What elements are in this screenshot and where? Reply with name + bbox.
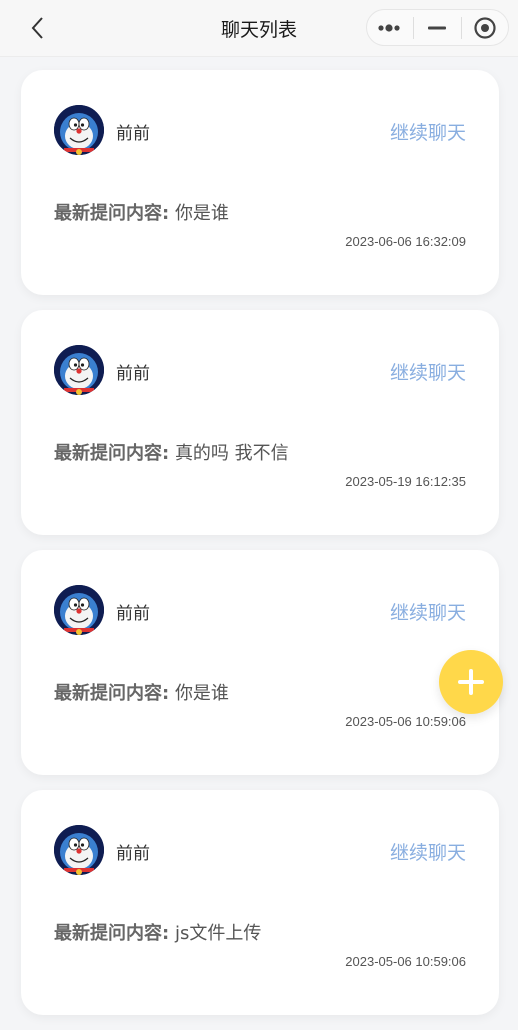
avatar xyxy=(54,105,104,155)
avatar xyxy=(54,585,104,635)
latest-question-text: 你是谁 xyxy=(174,203,229,224)
chat-list: 前前 继续聊天 最新提问内容: 你是谁 2023-06-06 16:32:09 xyxy=(21,70,499,1030)
minimize-icon xyxy=(428,26,447,29)
latest-question-text: 真的吗 我不信 xyxy=(174,443,289,464)
latest-question: 最新提问内容: 你是谁 xyxy=(54,679,229,705)
avatar xyxy=(54,825,104,875)
avatar-image xyxy=(54,345,104,395)
close-button[interactable] xyxy=(462,10,508,45)
chat-card[interactable]: 前前 继续聊天 最新提问内容: js文件上传 2023-05-06 10:59:… xyxy=(21,790,499,1015)
continue-chat-link[interactable]: 继续聊天 xyxy=(390,118,466,145)
avatar-image xyxy=(54,585,104,635)
chat-card[interactable]: 前前 继续聊天 最新提问内容: 真的吗 我不信 2023-05-19 16:12… xyxy=(21,310,499,535)
continue-chat-link[interactable]: 继续聊天 xyxy=(390,838,466,865)
chat-card[interactable]: 前前 继续聊天 最新提问内容: 你是谁 2023-05-06 10:59:06 xyxy=(21,550,499,775)
avatar xyxy=(54,345,104,395)
latest-question: 最新提问内容: 真的吗 我不信 xyxy=(54,439,289,465)
more-dots-icon xyxy=(378,23,400,32)
latest-question-text: 你是谁 xyxy=(174,683,229,704)
avatar-image xyxy=(54,105,104,155)
latest-question: 最新提问内容: 你是谁 xyxy=(54,199,229,225)
latest-question-label: 最新提问内容: xyxy=(54,203,170,224)
latest-question-label: 最新提问内容: xyxy=(54,923,170,944)
chat-timestamp: 2023-06-06 16:32:09 xyxy=(345,234,466,249)
chat-timestamp: 2023-05-06 10:59:06 xyxy=(345,954,466,969)
more-button[interactable] xyxy=(367,10,413,45)
chat-name: 前前 xyxy=(116,364,150,384)
minimize-button[interactable] xyxy=(414,10,460,45)
plus-icon xyxy=(458,669,484,695)
avatar-image xyxy=(54,825,104,875)
close-target-icon xyxy=(474,16,496,39)
continue-chat-link[interactable]: 继续聊天 xyxy=(390,358,466,385)
latest-question-label: 最新提问内容: xyxy=(54,683,170,704)
mini-program-capsule xyxy=(366,9,509,46)
latest-question-text: js文件上传 xyxy=(174,923,262,944)
chat-card[interactable]: 前前 继续聊天 最新提问内容: 你是谁 2023-06-06 16:32:09 xyxy=(21,70,499,295)
chat-name: 前前 xyxy=(116,844,150,864)
chat-timestamp: 2023-05-19 16:12:35 xyxy=(345,474,466,489)
chat-name: 前前 xyxy=(116,604,150,624)
navbar: 聊天列表 xyxy=(0,0,518,57)
chat-name: 前前 xyxy=(116,124,150,144)
latest-question-label: 最新提问内容: xyxy=(54,443,170,464)
new-chat-button[interactable] xyxy=(439,650,503,714)
chat-timestamp: 2023-05-06 10:59:06 xyxy=(345,714,466,729)
latest-question: 最新提问内容: js文件上传 xyxy=(54,919,261,945)
continue-chat-link[interactable]: 继续聊天 xyxy=(390,598,466,625)
